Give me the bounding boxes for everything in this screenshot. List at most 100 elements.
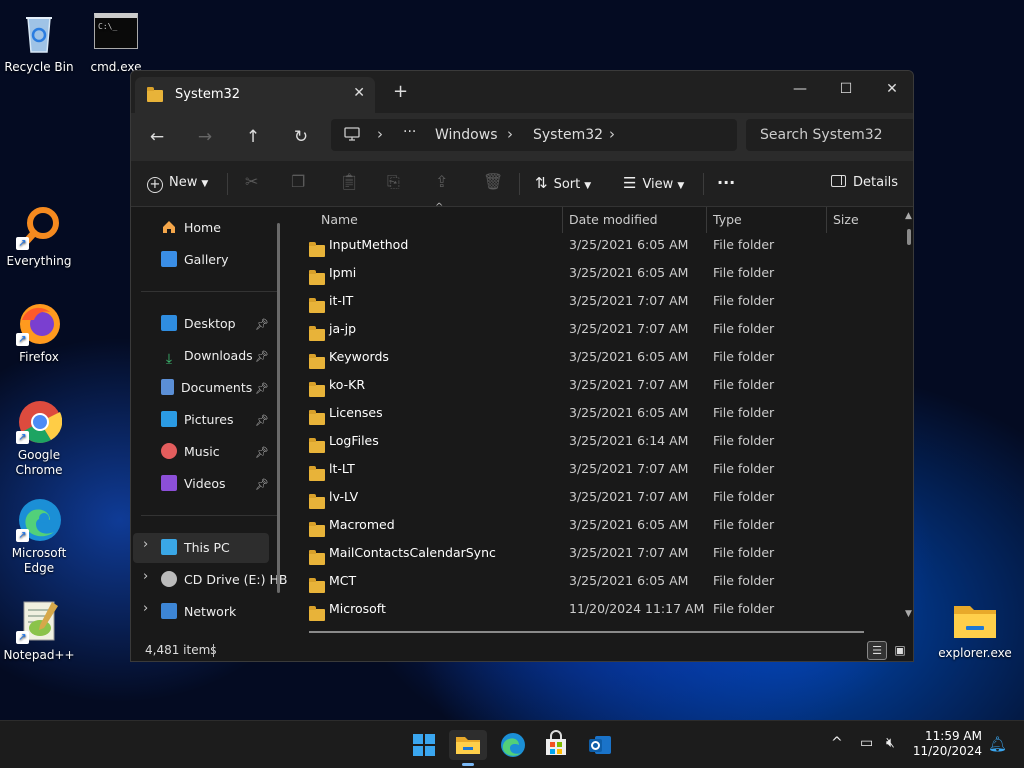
copy-icon[interactable]: ❐: [291, 173, 305, 191]
new-button[interactable]: + New ▼: [147, 174, 208, 193]
chevron-right-icon[interactable]: ›: [377, 125, 383, 143]
nav-pane-scrollbar[interactable]: [277, 223, 280, 593]
pin-icon[interactable]: 📌︎: [255, 478, 269, 491]
column-header-name[interactable]: Name: [321, 207, 358, 233]
table-row[interactable]: Microsoft 11/20/2024 11:17 AM File folder: [289, 595, 899, 623]
nav-item-documents[interactable]: Documents: [161, 376, 252, 400]
table-row[interactable]: it-IT 3/25/2021 7:07 AM File folder: [289, 287, 899, 315]
back-arrow-icon[interactable]: ←: [143, 125, 171, 149]
delete-icon[interactable]: 🗑︎: [483, 173, 503, 191]
nav-item-network[interactable]: Network: [161, 600, 236, 624]
taskbar-store-icon[interactable]: [541, 730, 571, 760]
taskbar-edge-icon[interactable]: [498, 730, 528, 760]
pin-icon[interactable]: 📌︎: [255, 350, 269, 363]
rename-icon[interactable]: ⎘: [387, 173, 400, 191]
column-header-type[interactable]: Type: [713, 207, 742, 233]
breadcrumb-more[interactable]: ···: [403, 124, 416, 140]
expand-chevron-icon[interactable]: ›: [143, 569, 148, 584]
more-options-button[interactable]: ···: [717, 174, 735, 192]
horizontal-scrollbar[interactable]: [309, 631, 864, 633]
tiles-view-icon[interactable]: ▣: [891, 641, 909, 660]
nav-item-gallery[interactable]: Gallery: [161, 248, 229, 272]
pin-icon[interactable]: 📌︎: [255, 446, 269, 459]
breadcrumb-windows[interactable]: Windows: [435, 127, 498, 143]
expand-chevron-icon[interactable]: ›: [143, 601, 148, 616]
paste-icon[interactable]: 📋︎: [339, 173, 359, 191]
notification-bell-icon[interactable]: 🔔︎: [988, 735, 1007, 753]
network-status-icon[interactable]: ▭: [860, 735, 873, 751]
nav-item-videos[interactable]: Videos: [161, 472, 226, 496]
nav-item-desktop[interactable]: Desktop: [161, 312, 236, 336]
cut-icon[interactable]: ✂: [245, 173, 258, 191]
table-row[interactable]: Ipmi 3/25/2021 6:05 AM File folder: [289, 259, 899, 287]
pin-icon[interactable]: 📌︎: [255, 414, 269, 427]
table-row[interactable]: Keywords 3/25/2021 6:05 AM File folder: [289, 343, 899, 371]
desktop-icon-notepadpp[interactable]: ↗ Notepad++: [1, 598, 77, 663]
scroll-thumb[interactable]: [907, 229, 911, 245]
expand-chevron-icon[interactable]: ›: [143, 537, 148, 552]
minimize-button[interactable]: —: [777, 75, 823, 103]
column-divider[interactable]: [826, 207, 827, 233]
sort-button[interactable]: ⇅ Sort ▼: [535, 174, 591, 195]
address-bar[interactable]: › ··· Windows › System32 ›: [331, 119, 737, 151]
nav-item-downloads[interactable]: ⤓ Downloads: [161, 344, 253, 368]
volume-muted-icon[interactable]: 🔇︎: [886, 735, 895, 751]
column-divider[interactable]: [562, 207, 563, 233]
vertical-scrollbar[interactable]: ▲ ▼: [905, 211, 913, 619]
table-row[interactable]: lt-LT 3/25/2021 7:07 AM File folder: [289, 455, 899, 483]
view-button[interactable]: ☰ View ▼: [623, 174, 684, 195]
column-header-date-modified[interactable]: Date modified: [569, 207, 658, 233]
desktop-icon-everything[interactable]: ↗ Everything: [1, 204, 77, 269]
title-bar[interactable]: System32 ✕ + — ☐ ✕: [131, 71, 913, 113]
search-input[interactable]: Search System32: [760, 127, 883, 143]
share-icon[interactable]: ⇪: [435, 173, 448, 191]
column-header-size[interactable]: Size: [833, 207, 859, 233]
table-row[interactable]: ja-jp 3/25/2021 7:07 AM File folder: [289, 315, 899, 343]
system-clock[interactable]: 11:59 AM 11/20/2024: [906, 729, 982, 759]
nav-item-pictures[interactable]: Pictures: [161, 408, 234, 432]
table-row[interactable]: InputMethod 3/25/2021 6:05 AM File folder: [289, 231, 899, 259]
pin-icon[interactable]: 📌︎: [255, 382, 269, 395]
table-row[interactable]: MCT 3/25/2021 6:05 AM File folder: [289, 567, 899, 595]
desktop-icon-edge[interactable]: ↗ Microsoft Edge: [1, 496, 77, 576]
nav-item-cd-drive[interactable]: CD Drive (E:) HB: [161, 568, 287, 592]
table-row[interactable]: LogFiles 3/25/2021 6:14 AM File folder: [289, 427, 899, 455]
new-tab-button[interactable]: +: [393, 83, 408, 101]
nav-item-home[interactable]: Home: [161, 216, 221, 240]
details-view-icon[interactable]: ☰: [867, 641, 887, 660]
refresh-icon[interactable]: ↻: [287, 125, 315, 149]
desktop-icon-chrome[interactable]: ↗ Google Chrome: [1, 398, 77, 478]
scroll-down-arrow-icon[interactable]: ▼: [905, 609, 912, 619]
breadcrumb-system32[interactable]: System32: [533, 127, 603, 143]
taskbar-file-explorer-icon[interactable]: [449, 730, 487, 766]
desktop-icon-explorer[interactable]: explorer.exe: [937, 596, 1013, 661]
start-windows-icon[interactable]: [409, 730, 439, 760]
table-row[interactable]: Licenses 3/25/2021 6:05 AM File folder: [289, 399, 899, 427]
desktop-icon-firefox[interactable]: ↗ Firefox: [1, 300, 77, 365]
table-row[interactable]: Macromed 3/25/2021 6:05 AM File folder: [289, 511, 899, 539]
monitor-icon[interactable]: [343, 125, 361, 147]
table-row[interactable]: MailContactsCalendarSync 3/25/2021 7:07 A…: [289, 539, 899, 567]
close-tab-icon[interactable]: ✕: [353, 85, 365, 101]
taskbar-outlook-icon[interactable]: [585, 730, 615, 760]
search-box[interactable]: Search System32: [746, 119, 913, 151]
table-row[interactable]: ko-KR 3/25/2021 7:07 AM File folder: [289, 371, 899, 399]
details-pane-button[interactable]: Details: [831, 174, 898, 192]
scroll-up-arrow-icon[interactable]: ▲: [905, 211, 912, 221]
up-arrow-icon[interactable]: ↑: [239, 125, 267, 149]
nav-item-this-pc[interactable]: This PC: [161, 536, 230, 560]
table-row[interactable]: lv-LV 3/25/2021 7:07 AM File folder: [289, 483, 899, 511]
close-button[interactable]: ✕: [869, 75, 913, 103]
column-divider[interactable]: [706, 207, 707, 233]
desktop-icon-cmd[interactable]: C:\_ cmd.exe: [78, 10, 154, 75]
nav-item-music[interactable]: Music: [161, 440, 220, 464]
tab-system32[interactable]: System32 ✕: [135, 77, 375, 113]
desktop-icon-recycle-bin[interactable]: Recycle Bin: [1, 10, 77, 75]
chevron-right-icon[interactable]: ›: [507, 125, 513, 143]
pin-icon[interactable]: 📌︎: [255, 318, 269, 331]
maximize-button[interactable]: ☐: [823, 75, 869, 103]
chevron-right-icon[interactable]: ›: [609, 125, 615, 143]
show-hidden-icons-chevron-icon[interactable]: ^: [831, 735, 843, 751]
desktop-icon-label: Firefox: [19, 350, 59, 364]
forward-arrow-icon[interactable]: →: [191, 125, 219, 149]
